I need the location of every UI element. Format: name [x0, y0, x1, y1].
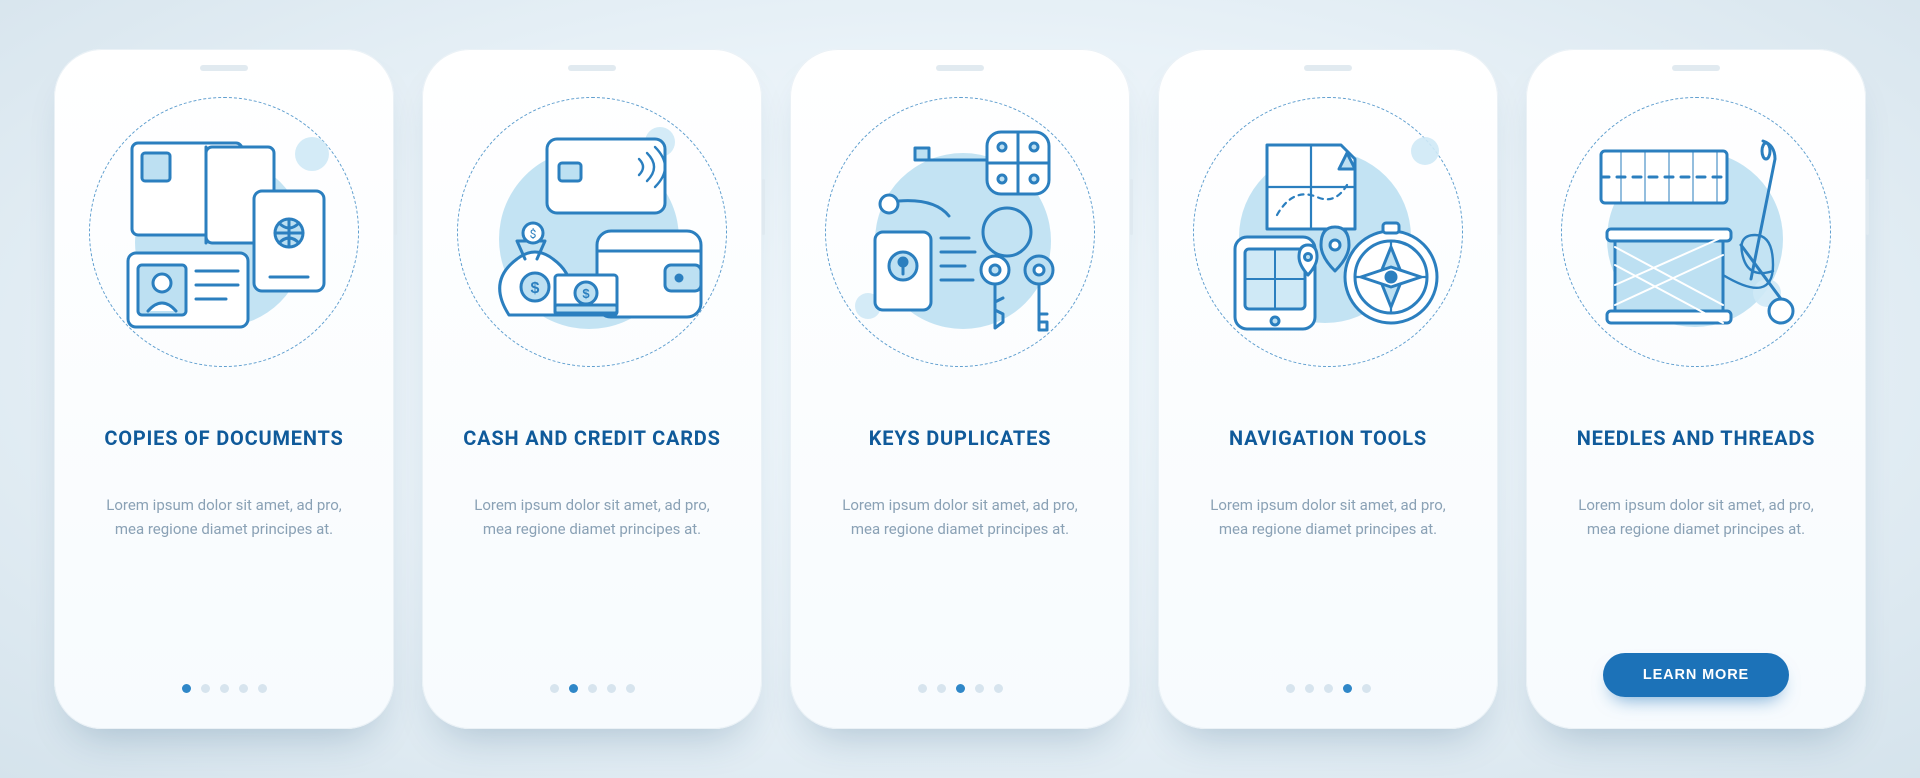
slide-title: CASH AND CREDIT CARDS — [457, 411, 726, 465]
pagination-dots[interactable] — [182, 684, 267, 699]
slide-description: Lorem ipsum dolor sit amet, ad pro, mea … — [80, 493, 368, 541]
dot-2[interactable] — [201, 684, 210, 693]
dot-4[interactable] — [1343, 684, 1352, 693]
onboarding-phone-2: $ $ $ CASH AND CREDIT CARDS Lorem ipsum … — [422, 49, 762, 729]
slide-title: NEEDLES AND THREADS — [1571, 411, 1822, 465]
slide-title: KEYS DUPLICATES — [863, 411, 1058, 465]
dot-5[interactable] — [994, 684, 1003, 693]
onboarding-phone-4: NAVIGATION TOOLS Lorem ipsum dolor sit a… — [1158, 49, 1498, 729]
dot-1[interactable] — [182, 684, 191, 693]
svg-text:$: $ — [530, 227, 537, 241]
dot-3[interactable] — [1324, 684, 1333, 693]
pagination-dots[interactable] — [1286, 684, 1371, 699]
slide-description: Lorem ipsum dolor sit amet, ad pro, mea … — [1184, 493, 1472, 541]
dot-5[interactable] — [626, 684, 635, 693]
dot-4[interactable] — [607, 684, 616, 693]
dot-4[interactable] — [239, 684, 248, 693]
cash-cards-icon: $ $ $ — [477, 125, 707, 339]
illustration-frame: $ $ $ — [457, 97, 727, 367]
onboarding-phone-5: NEEDLES AND THREADS Lorem ipsum dolor si… — [1526, 49, 1866, 729]
dot-1[interactable] — [550, 684, 559, 693]
slide-description: Lorem ipsum dolor sit amet, ad pro, mea … — [448, 493, 736, 541]
slide-description: Lorem ipsum dolor sit amet, ad pro, mea … — [816, 493, 1104, 541]
onboarding-phone-3: KEYS DUPLICATES Lorem ipsum dolor sit am… — [790, 49, 1130, 729]
svg-text:$: $ — [582, 286, 590, 301]
illustration-frame — [89, 97, 359, 367]
needle-thread-icon — [1581, 125, 1811, 339]
dot-5[interactable] — [1362, 684, 1371, 693]
slide-title: NAVIGATION TOOLS — [1223, 411, 1433, 465]
slide-title: COPIES OF DOCUMENTS — [98, 411, 349, 465]
dot-2[interactable] — [569, 684, 578, 693]
dot-3[interactable] — [220, 684, 229, 693]
illustration-frame — [1561, 97, 1831, 367]
navigation-icon — [1213, 125, 1443, 339]
illustration-frame — [825, 97, 1095, 367]
dot-3[interactable] — [588, 684, 597, 693]
dot-3[interactable] — [956, 684, 965, 693]
dot-1[interactable] — [918, 684, 927, 693]
pagination-dots[interactable] — [550, 684, 635, 699]
pagination-dots[interactable] — [918, 684, 1003, 699]
svg-text:$: $ — [531, 280, 540, 297]
dot-1[interactable] — [1286, 684, 1295, 693]
documents-icon — [114, 125, 334, 339]
learn-more-button[interactable]: LEARN MORE — [1603, 653, 1789, 697]
dot-4[interactable] — [975, 684, 984, 693]
keys-icon — [845, 120, 1075, 344]
dot-5[interactable] — [258, 684, 267, 693]
slide-description: Lorem ipsum dolor sit amet, ad pro, mea … — [1552, 493, 1840, 541]
illustration-frame — [1193, 97, 1463, 367]
onboarding-phone-1: COPIES OF DOCUMENTS Lorem ipsum dolor si… — [54, 49, 394, 729]
dot-2[interactable] — [937, 684, 946, 693]
dot-2[interactable] — [1305, 684, 1314, 693]
